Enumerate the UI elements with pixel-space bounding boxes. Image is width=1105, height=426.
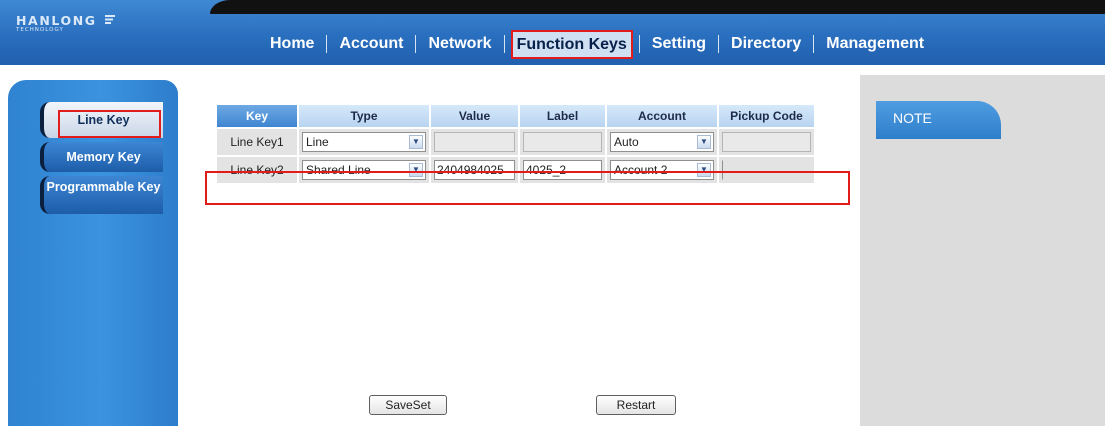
pickup-code-cell <box>719 129 814 155</box>
nav-home[interactable]: Home <box>270 35 314 53</box>
brand-name: HANLONG <box>16 13 97 28</box>
type-select[interactable]: Line ▼ <box>302 132 426 152</box>
sidebar-item-programmable-key[interactable]: Programmable Key <box>40 176 163 214</box>
column-header-value: Value <box>431 105 518 127</box>
logo-mark-icon <box>104 15 115 24</box>
account-select-value: Auto <box>614 135 639 149</box>
account-cell: Auto ▼ <box>607 129 717 155</box>
value-cell <box>431 129 518 155</box>
column-header-key: Key <box>217 105 297 127</box>
main-content: Key Type Value Label Account Pickup Code… <box>180 75 860 426</box>
column-header-pickup-code: Pickup Code <box>719 105 814 127</box>
header-dark-tab <box>210 0 1105 14</box>
nav-account[interactable]: Account <box>339 35 403 53</box>
type-select-value: Line <box>306 135 329 149</box>
label-cell <box>520 129 605 155</box>
note-panel: NOTE <box>860 75 1105 426</box>
value-input[interactable] <box>434 132 515 152</box>
chevron-down-icon: ▼ <box>697 135 711 149</box>
top-header: HANLONG TECHNOLOGY Home Account Network … <box>0 0 1105 65</box>
header-gap <box>0 65 1105 75</box>
type-cell: Line ▼ <box>299 129 429 155</box>
label-input[interactable] <box>523 132 602 152</box>
nav-network[interactable]: Network <box>428 35 491 53</box>
brand-logo: HANLONG TECHNOLOGY <box>16 13 115 33</box>
nav-divider <box>813 35 815 53</box>
column-header-label: Label <box>520 105 605 127</box>
nav-divider <box>718 35 720 53</box>
nav-divider <box>415 35 417 53</box>
nav-function-keys[interactable]: Function Keys <box>510 29 633 59</box>
nav-management[interactable]: Management <box>826 35 924 53</box>
nav-divider <box>638 35 640 53</box>
column-header-type: Type <box>299 105 429 127</box>
highlight-box-line-key <box>58 110 161 138</box>
nav-directory[interactable]: Directory <box>731 35 801 53</box>
saveset-button[interactable]: SaveSet <box>369 395 447 415</box>
nav-divider <box>326 35 328 53</box>
sidebar-item-memory-key[interactable]: Memory Key <box>40 142 163 172</box>
chevron-down-icon: ▼ <box>409 135 423 149</box>
restart-button[interactable]: Restart <box>596 395 676 415</box>
highlight-box-line-key2-row <box>205 171 850 205</box>
table-row: Line Key1 Line ▼ Auto ▼ <box>217 129 814 155</box>
account-select[interactable]: Auto ▼ <box>610 132 714 152</box>
note-tab: NOTE <box>876 101 1001 139</box>
column-header-account: Account <box>607 105 717 127</box>
main-nav: Home Account Network Function Keys Setti… <box>270 29 924 59</box>
table-header-row: Key Type Value Label Account Pickup Code <box>217 105 814 127</box>
nav-divider <box>503 35 505 53</box>
pickup-code-input[interactable] <box>722 132 811 152</box>
note-title: NOTE <box>893 110 932 126</box>
nav-setting[interactable]: Setting <box>652 35 706 53</box>
row-key-name: Line Key1 <box>217 129 297 155</box>
